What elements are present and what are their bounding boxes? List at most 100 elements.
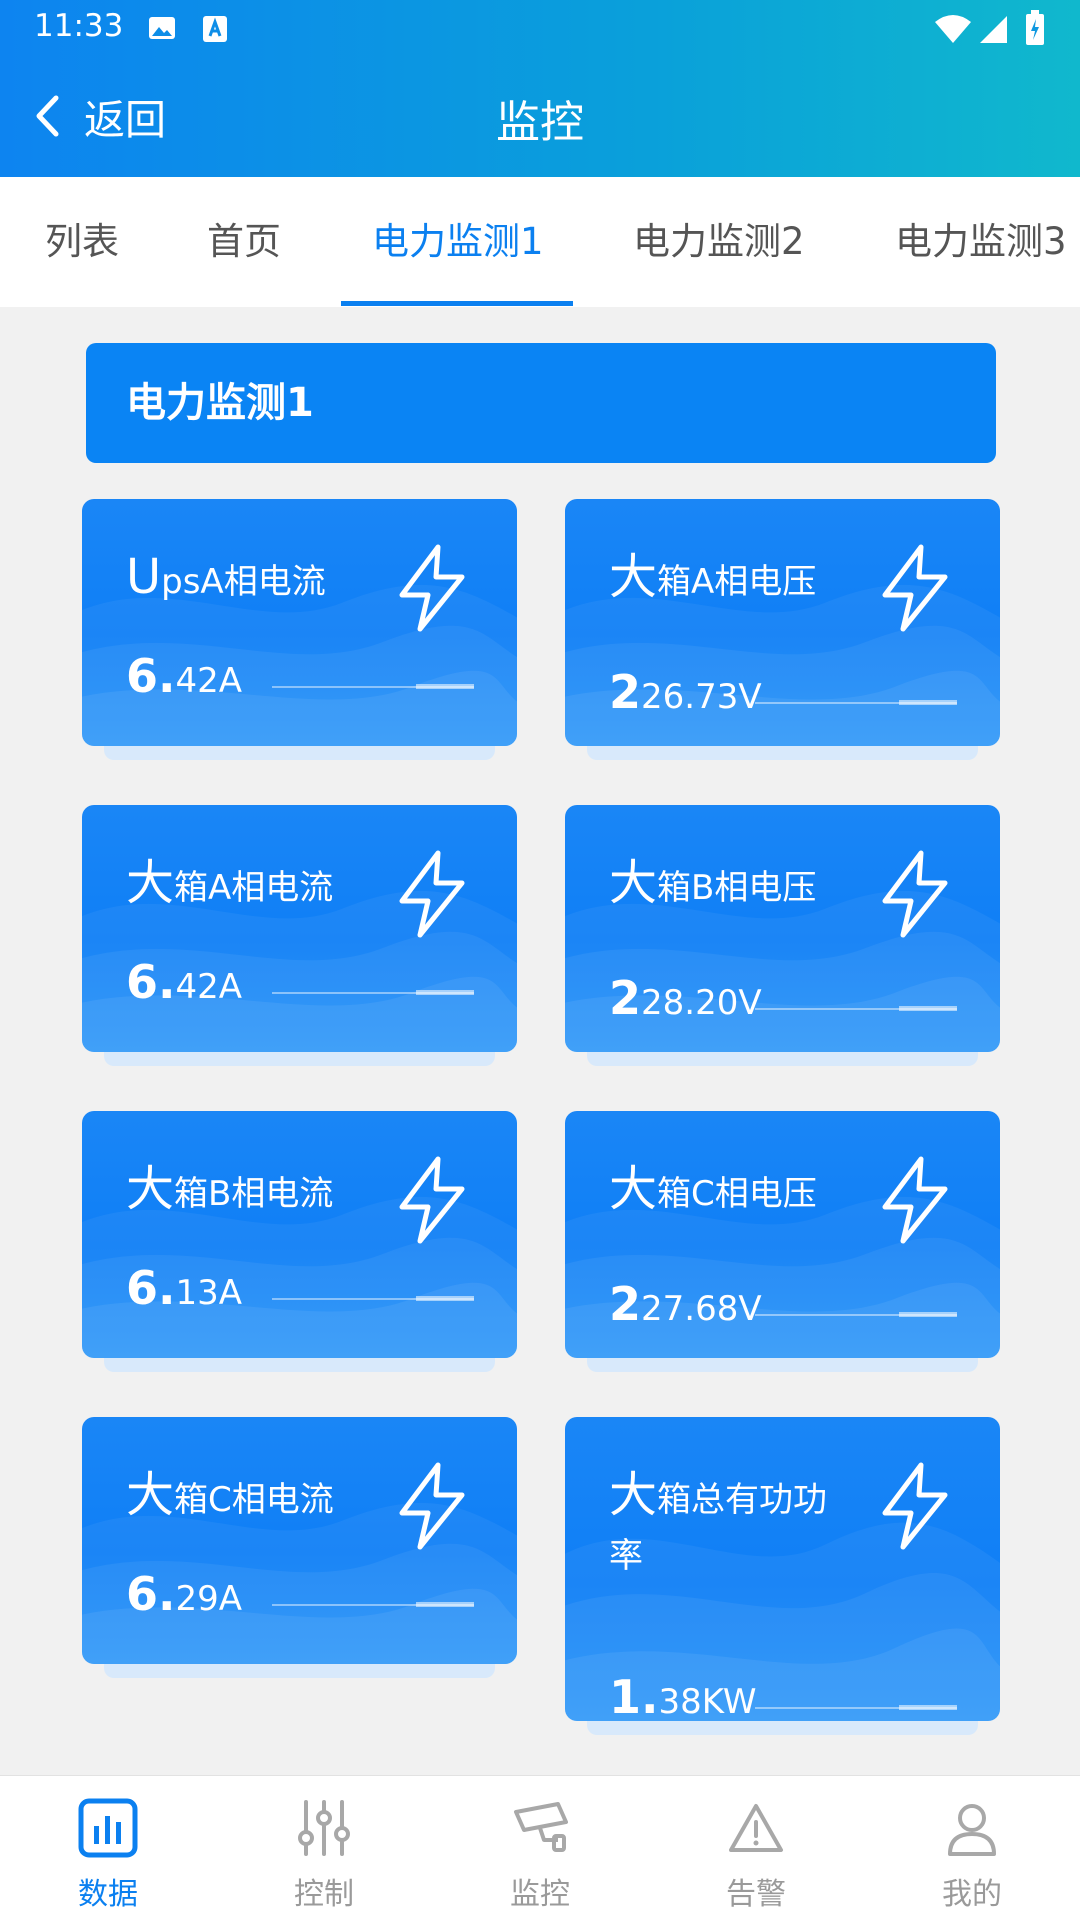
metric-card-box-a-current[interactable]: 大箱A相电流 6.42A	[82, 805, 517, 1066]
bottom-nav-profile[interactable]: 我的	[864, 1776, 1080, 1920]
card-body: 大箱C相电流 6.29A	[82, 1417, 517, 1664]
sliders-icon	[298, 1800, 350, 1856]
card-label-rest: 箱A相电压	[657, 562, 817, 602]
section-header: 电力监测1	[86, 343, 996, 463]
bottom-nav-control[interactable]: 控制	[216, 1776, 432, 1920]
card-label-initial: 大	[609, 549, 658, 605]
battery-icon	[1026, 10, 1044, 45]
page-title: 监控	[496, 97, 584, 148]
card-label: 大箱B相电流	[126, 1161, 376, 1222]
card-label: 大箱C相电流	[126, 1467, 376, 1528]
lightning-bolt-icon	[399, 1462, 465, 1550]
card-underline-accent	[416, 990, 474, 995]
card-value: 6.13A	[126, 1263, 242, 1318]
card-underline-accent	[416, 1602, 474, 1607]
card-value: 6.42A	[126, 957, 242, 1012]
image-notification-icon	[149, 17, 175, 39]
card-body: 大箱C相电压 227.68V	[565, 1111, 1000, 1358]
metric-card-box-total-power[interactable]: 大箱总有功功率 1.38KW	[565, 1417, 1000, 1735]
lightning-bolt-icon	[399, 1156, 465, 1244]
tab-power-monitor-2[interactable]: 电力监测2	[633, 177, 805, 307]
metric-card-box-c-voltage[interactable]: 大箱C相电压 227.68V	[565, 1111, 1000, 1372]
card-label: 大箱A相电压	[609, 549, 859, 610]
card-value-rest: 29A	[175, 1579, 243, 1619]
lightning-bolt-icon	[882, 1462, 948, 1550]
bottom-nav-label: 监控	[510, 1877, 570, 1912]
bar-chart-icon	[78, 1798, 138, 1858]
lightning-bolt-icon	[399, 850, 465, 938]
lightning-bolt-icon	[399, 544, 465, 632]
card-value-lead: 6.	[126, 955, 176, 1009]
navigation-bar: 返回 监控	[0, 58, 1080, 177]
card-value: 228.20V	[609, 973, 762, 1028]
card-label-rest: 箱A相电流	[174, 868, 334, 908]
metric-card-box-a-voltage[interactable]: 大箱A相电压 226.73V	[565, 499, 1000, 760]
bottom-nav-data[interactable]: 数据	[0, 1776, 216, 1920]
metric-card-box-b-voltage[interactable]: 大箱B相电压 228.20V	[565, 805, 1000, 1066]
bottom-nav-label: 告警	[726, 1877, 786, 1912]
card-body: UpsA相电流 6.42A	[82, 499, 517, 746]
card-label: UpsA相电流	[126, 549, 376, 610]
lightning-bolt-icon	[882, 850, 948, 938]
card-value-rest: 28.20V	[641, 983, 762, 1023]
card-body: 大箱B相电流 6.13A	[82, 1111, 517, 1358]
card-value-rest: 38KW	[658, 1682, 757, 1721]
bottom-nav-label: 数据	[78, 1877, 138, 1912]
bottom-nav-monitor[interactable]: 监控	[432, 1776, 648, 1920]
card-value-rest: 42A	[175, 661, 243, 701]
card-underline-accent	[416, 1296, 474, 1301]
card-value-rest: 26.73V	[641, 677, 762, 717]
card-underline-accent	[899, 1006, 957, 1011]
wifi-icon	[935, 15, 971, 43]
tab-home[interactable]: 首页	[207, 177, 281, 307]
lightning-bolt-icon	[882, 1156, 948, 1244]
metric-card-ups-a-current[interactable]: UpsA相电流 6.42A	[82, 499, 517, 760]
user-icon	[948, 1804, 996, 1856]
metric-card-box-b-current[interactable]: 大箱B相电流 6.13A	[82, 1111, 517, 1372]
card-underline-accent	[899, 1312, 957, 1317]
card-value-lead: 6.	[126, 1261, 176, 1315]
card-label-initial: 大	[609, 1161, 658, 1217]
metric-card-box-c-current[interactable]: 大箱C相电流 6.29A	[82, 1417, 517, 1678]
card-value-lead: 2	[609, 971, 642, 1025]
card-value-lead: 6.	[126, 1567, 176, 1621]
card-label: 大箱C相电压	[609, 1161, 859, 1222]
card-label-rest: 箱C相电压	[657, 1174, 817, 1214]
bottom-nav-label: 控制	[294, 1877, 354, 1912]
card-label-initial: 大	[126, 855, 175, 911]
tab-list[interactable]: 列表	[45, 177, 119, 307]
card-body: 大箱A相电流 6.42A	[82, 805, 517, 1052]
warning-icon	[729, 1804, 783, 1852]
card-body: 大箱B相电压 228.20V	[565, 805, 1000, 1052]
card-label: 大箱A相电流	[126, 855, 376, 916]
card-value-rest: 13A	[175, 1273, 243, 1313]
card-underline-accent	[416, 684, 474, 689]
tab-power-monitor-1[interactable]: 电力监测1	[372, 177, 544, 307]
text-notification-icon	[203, 16, 227, 42]
lightning-bolt-icon	[882, 544, 948, 632]
card-value: 1.38KW	[609, 1672, 756, 1721]
card-value: 226.73V	[609, 667, 762, 722]
card-label-rest: 箱B相电流	[174, 1174, 334, 1214]
card-body: 大箱A相电压 226.73V	[565, 499, 1000, 746]
card-underline-accent	[899, 700, 957, 705]
camera-icon	[514, 1802, 568, 1852]
bottom-navigation: 数据 控制 监控 告警 我的	[0, 1775, 1080, 1920]
bottom-nav-alarm[interactable]: 告警	[648, 1776, 864, 1920]
card-label: 大箱B相电压	[609, 855, 859, 916]
app-header: 11:33 返回 监控	[0, 0, 1080, 177]
card-underline-accent	[899, 1705, 957, 1710]
cell-signal-icon	[980, 16, 1007, 43]
status-time: 11:33	[34, 8, 124, 44]
card-value: 6.29A	[126, 1569, 242, 1624]
status-bar: 11:33	[0, 0, 1080, 58]
card-body: 大箱总有功功率 1.38KW	[565, 1417, 1000, 1721]
card-value-rest: 27.68V	[641, 1289, 762, 1329]
tab-active-indicator	[341, 301, 573, 306]
tab-power-monitor-3[interactable]: 电力监测3	[895, 177, 1067, 307]
card-value: 6.42A	[126, 651, 242, 706]
card-label-initial: 大	[609, 1467, 658, 1523]
section-title: 电力监测1	[126, 380, 314, 426]
card-label: 大箱总有功功率	[609, 1467, 859, 1584]
card-value-rest: 42A	[175, 967, 243, 1007]
